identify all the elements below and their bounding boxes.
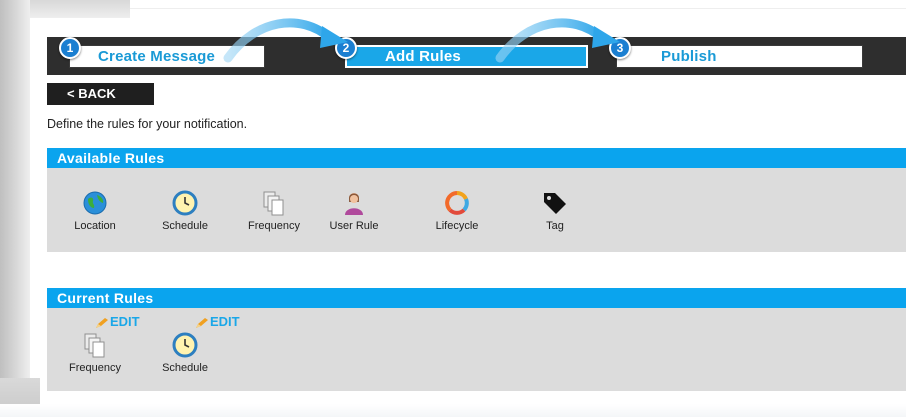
pages-icon — [263, 191, 284, 216]
available-rule-location[interactable]: Location — [69, 190, 121, 232]
current-rule-schedule: Schedule — [158, 332, 212, 374]
available-rules-header: Available Rules — [47, 148, 906, 168]
step-number-badge: 1 — [59, 37, 81, 59]
available-rule-tag[interactable]: Tag — [535, 190, 575, 232]
available-rule-frequency[interactable]: Frequency — [243, 190, 305, 232]
edit-label: EDIT — [110, 314, 140, 329]
rule-label: Tag — [546, 220, 564, 232]
current-rules-panel: Frequency EDIT Schedule EDIT — [47, 308, 906, 391]
globe-icon — [83, 191, 107, 215]
user-icon — [345, 193, 363, 215]
wizard-progress-bar: Create Message Add Rules Publish — [47, 37, 906, 75]
rule-label: Schedule — [162, 220, 208, 232]
pages-icon — [84, 333, 105, 358]
rule-label: User Rule — [329, 220, 379, 232]
step-number-badge: 2 — [335, 37, 357, 59]
current-rules-header: Current Rules — [47, 288, 906, 308]
edit-label: EDIT — [210, 314, 240, 329]
rule-label: Location — [74, 220, 116, 232]
wizard-step-add-rules[interactable]: Add Rules — [345, 45, 588, 68]
edit-schedule-button[interactable]: EDIT — [195, 314, 240, 329]
window-frame-left — [0, 0, 30, 417]
tag-icon — [544, 193, 566, 214]
available-rule-user-rule[interactable]: User Rule — [326, 190, 382, 232]
rule-label: Frequency — [248, 220, 300, 232]
wizard-step-publish[interactable]: Publish — [616, 45, 863, 68]
pencil-icon — [96, 317, 108, 328]
clock-icon — [172, 190, 198, 216]
wizard-step-label: Create Message — [98, 48, 216, 65]
clock-icon — [172, 332, 198, 358]
wizard-step-label: Publish — [661, 48, 717, 65]
pencil-icon — [196, 317, 208, 328]
edit-frequency-button[interactable]: EDIT — [95, 314, 140, 329]
step-number-badge: 3 — [609, 37, 631, 59]
available-rules-panel: Location Schedule Frequency User Rule Li… — [47, 168, 906, 252]
available-rule-lifecycle[interactable]: Lifecycle — [429, 190, 485, 232]
window-frame-bottom — [0, 404, 906, 417]
top-divider — [130, 8, 906, 9]
rule-label: Lifecycle — [435, 220, 479, 232]
wizard-step-label: Add Rules — [385, 48, 461, 65]
rule-label: Schedule — [162, 362, 208, 374]
intro-text: Define the rules for your notification. — [47, 117, 248, 131]
available-rule-schedule[interactable]: Schedule — [158, 190, 212, 232]
rule-label: Frequency — [69, 362, 121, 374]
cycle-icon — [445, 191, 469, 215]
current-rule-frequency: Frequency — [65, 332, 125, 374]
wizard-step-create-message[interactable]: Create Message — [69, 45, 265, 68]
back-button[interactable]: < BACK — [47, 83, 154, 105]
